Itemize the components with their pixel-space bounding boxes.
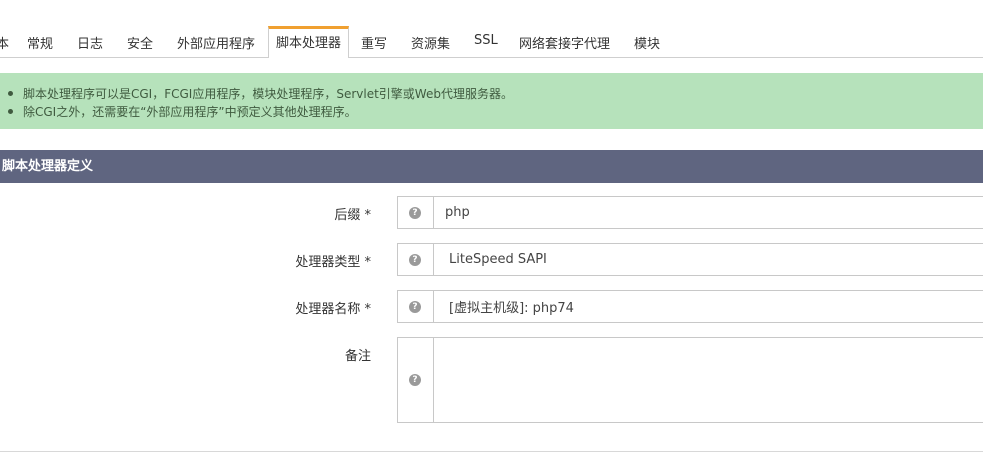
- bullet-icon: [8, 91, 13, 96]
- handler-name-select[interactable]: ? [虚拟主机级]: php74: [397, 290, 983, 323]
- help-cell: ?: [398, 338, 434, 422]
- question-circle-icon[interactable]: ?: [409, 253, 421, 266]
- bullet-icon: [8, 109, 13, 114]
- tab-websocket-proxy[interactable]: 网络套接字代理: [519, 33, 610, 52]
- tab-partial[interactable]: 本: [0, 33, 9, 52]
- question-circle-icon[interactable]: ?: [409, 374, 421, 386]
- help-cell: ?: [398, 244, 434, 275]
- handler-type-select[interactable]: ? LiteSpeed SAPI: [397, 243, 983, 276]
- info-line: 脚本处理程序可以是CGI，FCGI应用程序，模块处理程序，Servlet引擎或W…: [8, 85, 513, 102]
- tab-log[interactable]: 日志: [77, 33, 103, 52]
- divider: [0, 451, 983, 452]
- script-handler-page: 本 常规 日志 安全 外部应用程序 脚本处理器 重写 资源集 SSL 网络套接字…: [0, 0, 983, 455]
- info-alert: 脚本处理程序可以是CGI，FCGI应用程序，模块处理程序，Servlet引擎或W…: [0, 73, 983, 129]
- tab-rewrite[interactable]: 重写: [361, 33, 387, 52]
- info-line: 除CGI之外，还需要在“外部应用程序”中预定义其他处理程序。: [8, 103, 357, 120]
- question-circle-icon[interactable]: ?: [409, 206, 421, 219]
- notes-textarea[interactable]: ?: [397, 337, 983, 423]
- suffix-value[interactable]: php: [445, 197, 470, 228]
- handler-type-label: 处理器类型 *: [295, 255, 371, 270]
- tab-contexts[interactable]: 资源集: [411, 33, 450, 52]
- notes-label: 备注: [344, 349, 371, 364]
- handler-name-value[interactable]: [虚拟主机级]: php74: [449, 291, 574, 322]
- tab-modules[interactable]: 模块: [634, 33, 660, 52]
- help-cell: ?: [398, 291, 434, 322]
- handler-type-value[interactable]: LiteSpeed SAPI: [449, 244, 547, 275]
- suffix-field[interactable]: ? php: [397, 196, 983, 229]
- section-title: 脚本处理器定义: [0, 150, 983, 183]
- tab-security[interactable]: 安全: [127, 33, 153, 52]
- tab-general[interactable]: 常规: [27, 33, 53, 52]
- help-cell: ?: [398, 197, 434, 228]
- suffix-label: 后缀 *: [334, 208, 371, 223]
- handler-name-label: 处理器名称 *: [295, 302, 371, 317]
- tab-external-apps[interactable]: 外部应用程序: [177, 33, 255, 52]
- tab-bar: 本 常规 日志 安全 外部应用程序 脚本处理器 重写 资源集 SSL 网络套接字…: [0, 0, 983, 58]
- tab-ssl[interactable]: SSL: [474, 33, 498, 48]
- question-circle-icon[interactable]: ?: [409, 300, 421, 313]
- tab-script-handler[interactable]: 脚本处理器: [268, 26, 349, 58]
